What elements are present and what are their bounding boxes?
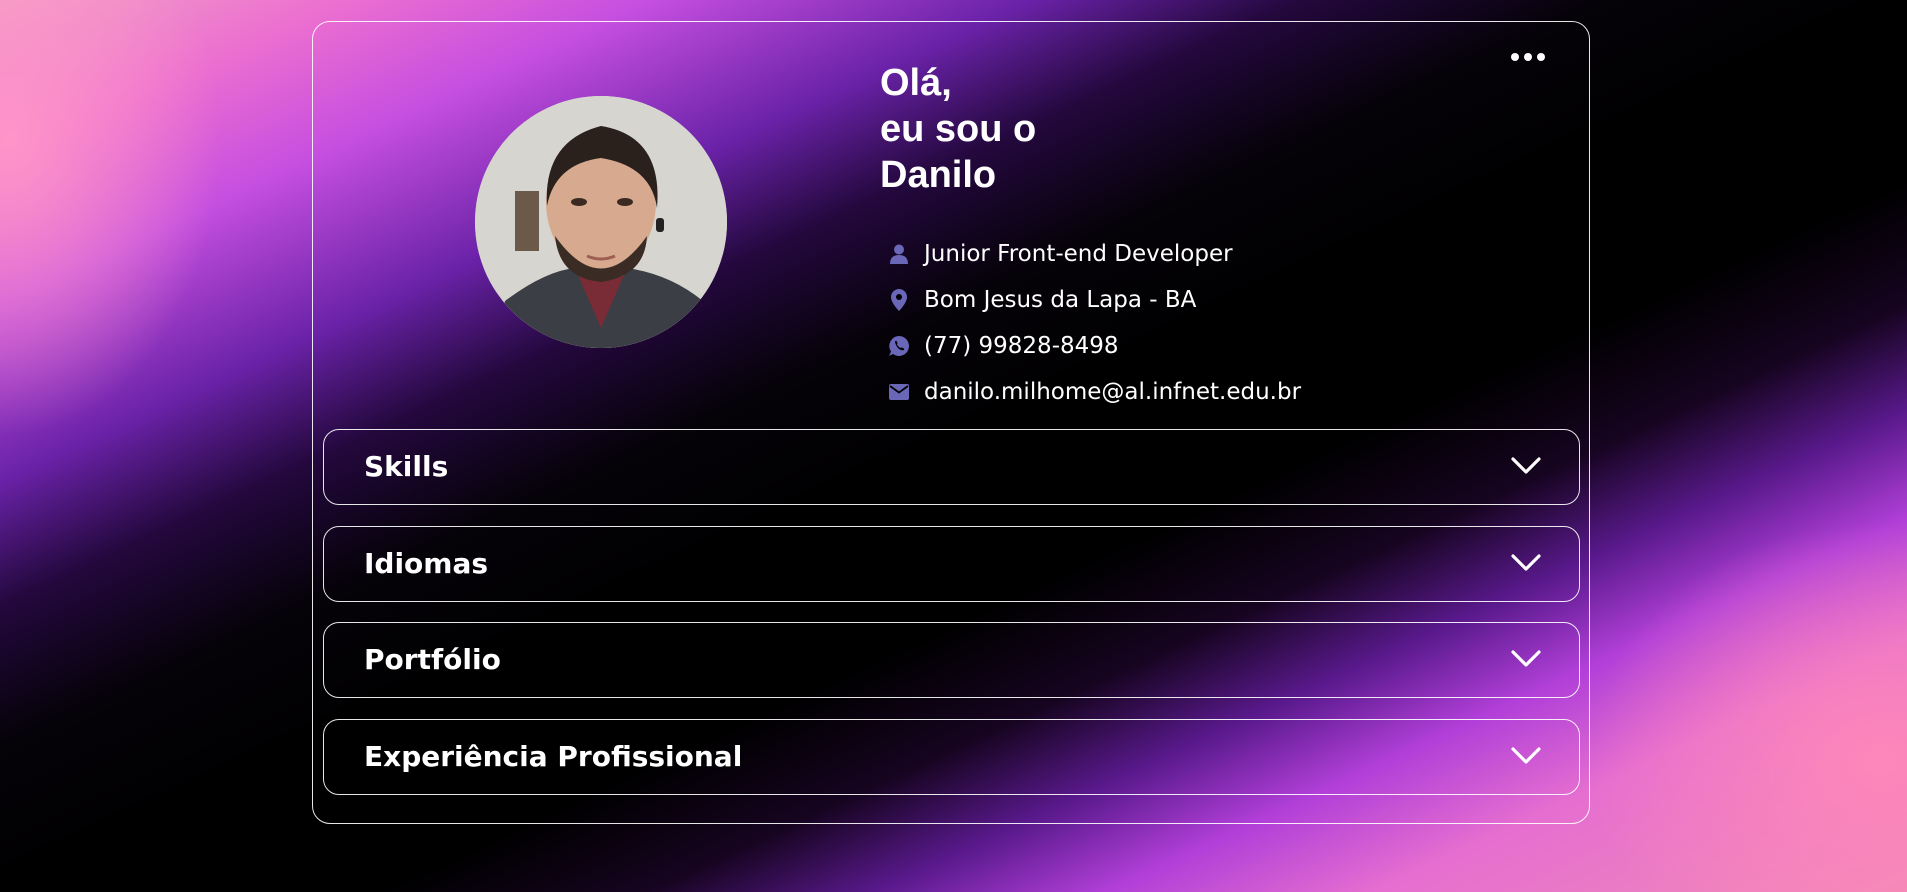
mail-icon (888, 381, 910, 403)
greeting-line-3: Danilo (880, 154, 997, 196)
user-icon (888, 243, 910, 265)
chevron-down-icon (1511, 457, 1541, 474)
info-phone-text: (77) 99828-8498 (924, 333, 1119, 359)
info-email-text: danilo.milhome@al.infnet.edu.br (924, 379, 1302, 405)
info-role-text: Junior Front-end Developer (924, 241, 1233, 267)
accordion-experiencia[interactable]: Experiência Profissional (323, 719, 1580, 795)
avatar (475, 96, 727, 348)
accordion-skills-label: Skills (364, 450, 449, 483)
info-location-text: Bom Jesus da Lapa - BA (924, 287, 1197, 313)
greeting-line-2: eu sou o (880, 108, 1037, 150)
accordion-experiencia-label: Experiência Profissional (364, 740, 743, 773)
accordion-idiomas[interactable]: Idiomas (323, 526, 1580, 602)
profile-card: Olá, eu sou o Danilo Junior Front-end De… (312, 21, 1590, 824)
info-location: Bom Jesus da Lapa - BA (888, 277, 1301, 323)
accordion-portfolio[interactable]: Portfólio (323, 622, 1580, 698)
location-pin-icon (888, 289, 910, 311)
info-role: Junior Front-end Developer (888, 231, 1301, 277)
chevron-down-icon (1511, 554, 1541, 571)
accordion-portfolio-label: Portfólio (364, 643, 501, 676)
chevron-down-icon (1511, 747, 1541, 764)
accordion-skills[interactable]: Skills (323, 429, 1580, 505)
greeting-heading: Olá, eu sou o Danilo (880, 60, 1036, 198)
whatsapp-icon (888, 335, 910, 357)
contact-info-list: Junior Front-end Developer Bom Jesus da … (888, 231, 1301, 415)
info-phone[interactable]: (77) 99828-8498 (888, 323, 1301, 369)
chevron-down-icon (1511, 650, 1541, 667)
more-options-icon[interactable] (1511, 53, 1545, 61)
accordion-idiomas-label: Idiomas (364, 547, 489, 580)
greeting-line-1: Olá, (880, 62, 952, 104)
info-email[interactable]: danilo.milhome@al.infnet.edu.br (888, 369, 1301, 415)
